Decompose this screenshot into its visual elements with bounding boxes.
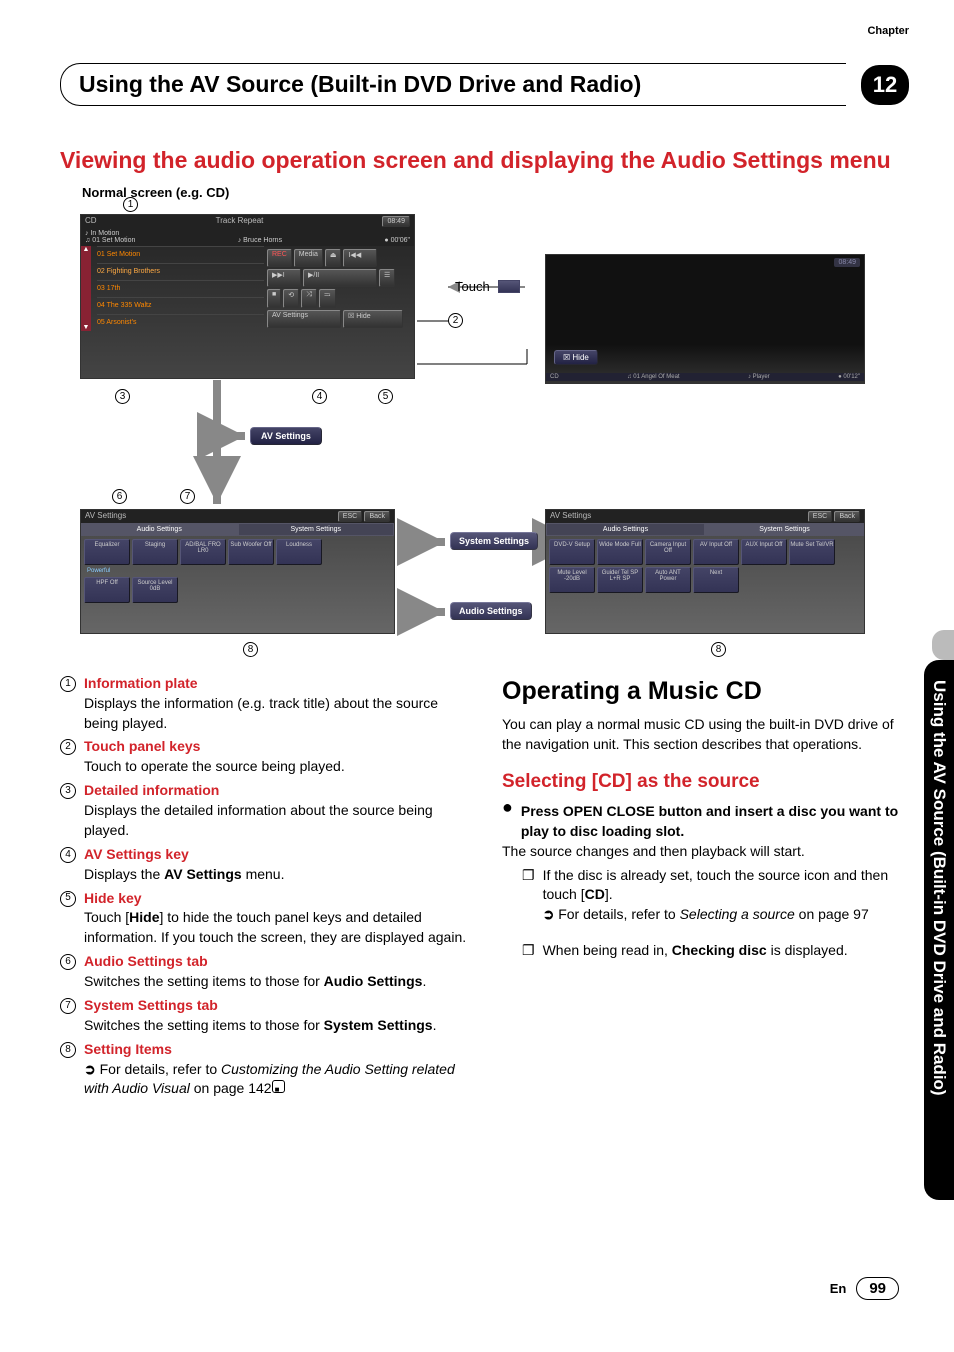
list-item-2: 2Touch panel keysTouch to operate the so… [60, 737, 467, 777]
normal-cd-screen: CDTrack Repeat08:49 ♪ In Motion ♫ 01 Set… [80, 214, 415, 379]
mode-button-3[interactable]: ≕ [319, 289, 336, 307]
hide-button[interactable]: ☒ Hide [343, 310, 403, 328]
chapter-header: Using the AV Source (Built-in DVD Drive … [60, 63, 909, 106]
audio-settings-tab-2[interactable]: Audio Settings [546, 523, 705, 536]
left-column: 1Information plateDisplays the informati… [60, 674, 467, 1104]
list-item-6: 6Audio Settings tabSwitches the setting … [60, 952, 467, 992]
section-heading: Viewing the audio operation screen and d… [60, 146, 909, 175]
callout-5: 5 [378, 389, 393, 404]
note-1: If the disc is already set, touch the so… [502, 866, 909, 926]
chapter-number-badge: 12 [861, 65, 909, 105]
system-settings-tab[interactable]: System Settings [238, 523, 395, 536]
eject-icon[interactable]: ⏏ [325, 249, 342, 267]
subsection-selecting-cd: Selecting [CD] as the source [502, 769, 909, 796]
chapter-title: Using the AV Source (Built-in DVD Drive … [60, 63, 846, 106]
system-settings-tab-2[interactable]: System Settings [705, 523, 864, 536]
h2-operating-cd: Operating a Music CD [502, 674, 909, 710]
right-column: Operating a Music CD You can play a norm… [502, 674, 909, 1104]
square-bullet-icon [522, 866, 535, 926]
note-2: When being read in, Checking disc is dis… [502, 941, 909, 961]
list-item-8: 8Setting Items For details, refer to Cus… [60, 1040, 467, 1100]
list-item-7: 7System Settings tabSwitches the setting… [60, 996, 467, 1036]
system-settings-screen: AV SettingsESC Back Audio SettingsSystem… [545, 509, 865, 634]
step-line: ● Press OPEN CLOSE button and insert a d… [502, 802, 909, 842]
media-button[interactable]: Media [294, 249, 323, 267]
list-item-5: 5Hide keyTouch [Hide] to hide the touch … [60, 889, 467, 949]
av-settings-flow-button: AV Settings [250, 427, 322, 445]
callout-8-right: 8 [711, 642, 726, 657]
mode-button-1[interactable]: ⟲ [283, 289, 299, 307]
side-bar-accent [932, 630, 954, 660]
system-settings-flow-button: System Settings [450, 532, 538, 550]
diagram: CDTrack Repeat08:49 ♪ In Motion ♫ 01 Set… [65, 204, 895, 654]
step-body: The source changes and then playback wil… [502, 842, 909, 862]
audio-settings-tab[interactable]: Audio Settings [81, 523, 238, 536]
list-icon[interactable]: ☰ [379, 269, 395, 287]
language-label: En [830, 1281, 847, 1296]
list-item-1: 1Information plateDisplays the informati… [60, 674, 467, 734]
end-marker-icon [272, 1080, 285, 1093]
touch-label: Touch [455, 279, 520, 294]
callout-6: 6 [112, 489, 127, 504]
hidden-info-screen: 08:49 ☒ Hide CD ♫ 01 Angel Of Meat ♪ Pla… [545, 254, 865, 384]
side-tab: Using the AV Source (Built-in DVD Drive … [924, 660, 954, 1200]
callout-1: 1 [123, 197, 138, 212]
list-item-3: 3Detailed informationDisplays the detail… [60, 781, 467, 841]
chapter-label: Chapter [867, 25, 909, 37]
av-settings-button[interactable]: AV Settings [267, 310, 341, 328]
callout-2: 2 [448, 313, 463, 328]
square-bullet-icon [522, 941, 535, 961]
audio-settings-screen: AV SettingsESC Back Audio SettingsSystem… [80, 509, 395, 634]
callout-3: 3 [115, 389, 130, 404]
stop-button[interactable]: ■ [267, 289, 281, 307]
intro-paragraph: You can play a normal music CD using the… [502, 715, 909, 755]
hide-button-2[interactable]: ☒ Hide [554, 350, 598, 365]
list-item-4: 4AV Settings keyDisplays the AV Settings… [60, 845, 467, 885]
play-pause-button[interactable]: ▶/II [303, 269, 377, 287]
diagram-caption: Normal screen (e.g. CD) [82, 185, 909, 200]
reference-arrow-icon [543, 906, 555, 922]
page-footer: En 99 [830, 1277, 899, 1300]
info-plate: ♪ In Motion ♫ 01 Set Motion♪ Bruce Horns… [81, 228, 414, 246]
callout-4: 4 [312, 389, 327, 404]
mode-button-2[interactable]: ⤨ [301, 289, 317, 307]
page-number: 99 [856, 1277, 899, 1300]
audio-settings-flow-button: Audio Settings [450, 602, 532, 620]
next-track-button[interactable]: ▶▶I [267, 269, 301, 287]
callout-8-left: 8 [243, 642, 258, 657]
prev-track-button[interactable]: I◀◀ [343, 249, 377, 267]
callout-7: 7 [180, 489, 195, 504]
rec-button[interactable]: REC [267, 249, 292, 267]
